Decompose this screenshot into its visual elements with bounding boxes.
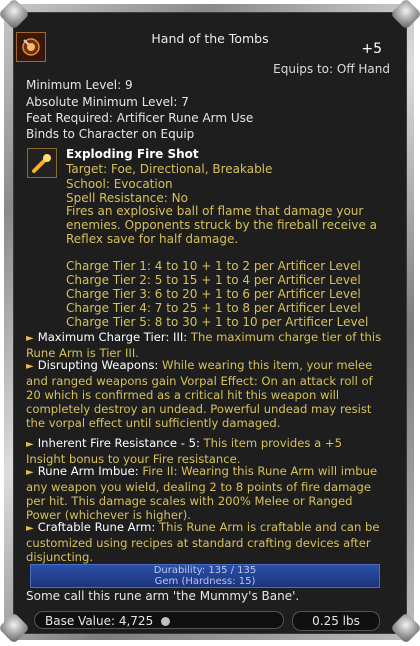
charge-tier: Charge Tier 1: 4 to 10 + 1 to 2 per Arti…: [66, 259, 361, 273]
item-title: Hand of the Tombs: [151, 31, 269, 46]
bullet-arrow-icon: ►: [26, 439, 34, 450]
fire-shot-icon: [27, 148, 57, 178]
feat-required: Feat Required: Artificer Rune Arm Use: [26, 111, 254, 125]
durability-text: Durability: 135 / 135: [153, 565, 257, 576]
effect-name: Maximum Charge Tier: III:: [37, 330, 188, 344]
minimum-level: Minimum Level: 9: [26, 78, 133, 92]
binding-status: Binds to Character on Equip: [26, 127, 195, 141]
enhancement-bonus: +5: [361, 41, 382, 57]
effect-craftable: ► Craftable Rune Arm: This Rune Arm is cr…: [26, 520, 384, 564]
effect-disrupting-weapons: ► Disrupting Weapons: While wearing this …: [26, 358, 384, 430]
effect-name: Disrupting Weapons:: [37, 358, 159, 372]
spell-name: Exploding Fire Shot: [66, 147, 199, 161]
absolute-minimum-level: Absolute Minimum Level: 7: [26, 95, 189, 109]
effect-name: Inherent Fire Resistance - 5:: [37, 436, 200, 450]
item-weight: 0.25 lbs: [292, 611, 380, 631]
coin-icon: [161, 617, 171, 626]
spell-school: School: Evocation: [66, 177, 173, 191]
equip-slot: Equips to: Off Hand: [273, 62, 390, 76]
bullet-arrow-icon: ►: [26, 523, 34, 534]
gem-hardness-text: Gem (Hardness: 15): [154, 576, 256, 587]
bullet-arrow-icon: ►: [26, 467, 34, 478]
effect-name: Craftable Rune Arm:: [37, 520, 156, 534]
base-value: Base Value: 4,725: [34, 611, 284, 629]
effect-name: Rune Arm Imbue:: [37, 464, 139, 478]
charge-tier: Charge Tier 5: 8 to 30 + 1 to 10 per Art…: [66, 315, 369, 329]
charge-tier: Charge Tier 3: 6 to 20 + 1 to 6 per Arti…: [66, 287, 361, 301]
flavor-text: Some call this rune arm 'the Mummy's Ban…: [26, 589, 300, 603]
effect-fire-resistance: ► Inherent Fire Resistance - 5: This item…: [26, 436, 384, 466]
spell-target: Target: Foe, Directional, Breakable: [66, 162, 273, 176]
base-value-text: Base Value: 4,725: [45, 614, 154, 628]
effect-rune-arm-imbue: ► Rune Arm Imbue: Fire II: Wearing this R…: [26, 464, 384, 522]
charge-tier: Charge Tier 4: 7 to 25 + 1 to 8 per Arti…: [66, 301, 361, 315]
spell-description: Fires an explosive ball of flame that da…: [66, 204, 378, 246]
spell-resistance: Spell Resistance: No: [66, 191, 188, 205]
bullet-arrow-icon: ►: [26, 361, 34, 372]
effect-max-charge-tier: ► Maximum Charge Tier: III: The maximum c…: [26, 330, 384, 360]
charge-tier: Charge Tier 2: 5 to 15 + 1 to 4 per Arti…: [66, 273, 361, 287]
durability-bar: Durability: 135 / 135 Gem (Hardness: 15): [30, 564, 380, 588]
bullet-arrow-icon: ►: [26, 333, 34, 344]
